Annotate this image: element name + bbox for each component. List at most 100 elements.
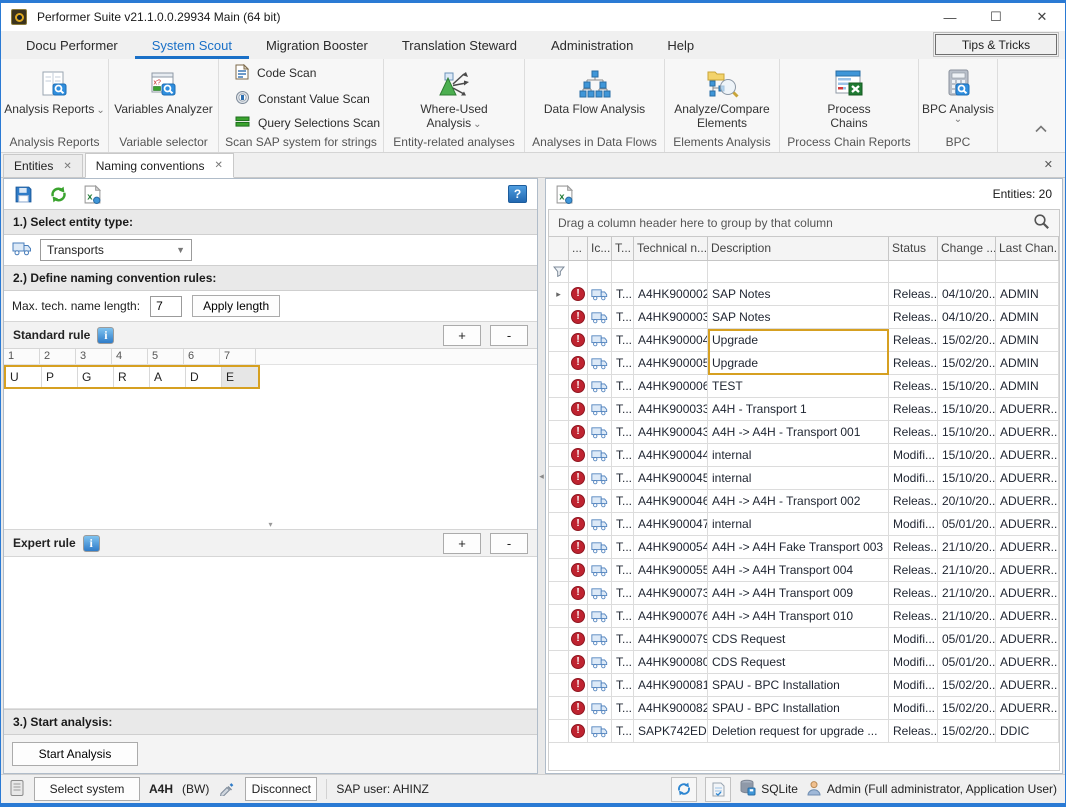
info-icon[interactable]: i (97, 327, 114, 344)
column-header-last-changed[interactable]: Last Chan... (996, 237, 1059, 260)
ribbon-collapse-icon[interactable] (1035, 122, 1047, 136)
rule-value-cell[interactable]: A (150, 367, 186, 387)
filter-cell[interactable] (938, 261, 996, 282)
rule-value-cell[interactable]: G (78, 367, 114, 387)
bpc-analysis-button[interactable]: BPC Analysis⌄ (919, 59, 997, 135)
row-expander[interactable] (549, 329, 569, 351)
menu-item-administration[interactable]: Administration (534, 31, 650, 59)
table-row[interactable]: ! T... A4HK900080 CDS Request Modifi... … (549, 651, 1059, 674)
row-expander[interactable] (549, 559, 569, 581)
row-expander[interactable]: ▸ (549, 283, 569, 305)
expert-rule-grid[interactable] (4, 557, 537, 709)
rule-value-cell[interactable]: P (42, 367, 78, 387)
column-header-icon[interactable]: Ic... (588, 237, 612, 260)
process-chains-button[interactable]: Process Chains (780, 59, 918, 135)
table-row[interactable]: ! T... A4HK900047 internal Modifi... 05/… (549, 513, 1059, 536)
rule-value-cell[interactable]: E (222, 367, 258, 387)
standard-rule-add-button[interactable]: + (443, 325, 481, 346)
analysis-reports-button[interactable]: Analysis Reports⌄ (1, 59, 108, 135)
close-icon[interactable]: ✕ (214, 160, 222, 171)
data-flow-analysis-button[interactable]: Data Flow Analysis (525, 59, 664, 135)
help-button[interactable]: ? (508, 185, 527, 203)
table-row[interactable]: ! T... A4HK900005 Upgrade Releas... 15/0… (549, 352, 1059, 375)
info-icon[interactable]: i (83, 535, 100, 552)
row-expander[interactable] (549, 467, 569, 489)
row-expander[interactable] (549, 375, 569, 397)
code-scan-button[interactable]: Code Scan (235, 64, 383, 83)
refresh-button[interactable] (49, 185, 68, 204)
row-expander[interactable] (549, 674, 569, 696)
filter-cell[interactable] (889, 261, 938, 282)
filter-cell[interactable] (612, 261, 634, 282)
apply-length-button[interactable]: Apply length (192, 295, 280, 317)
expander-column-header[interactable] (549, 237, 569, 260)
entity-type-dropdown[interactable]: Transports ▼ (40, 239, 192, 261)
column-header-type[interactable]: T... (612, 237, 634, 260)
filter-cell[interactable] (569, 261, 588, 282)
row-expander[interactable] (549, 444, 569, 466)
variables-analyzer-button[interactable]: x? Variables Analyzer (109, 59, 218, 135)
table-row[interactable]: ! T... A4HK900076 A4H -> A4H Transport 0… (549, 605, 1059, 628)
table-row[interactable]: ! T... A4HK900081 SPAU - BPC Installatio… (549, 674, 1059, 697)
constant-value-scan-button[interactable]: Constant Value Scan (235, 90, 383, 108)
row-expander[interactable] (549, 628, 569, 650)
filter-cell[interactable] (634, 261, 708, 282)
column-header-technical-name[interactable]: Technical n...▲ (634, 237, 708, 260)
row-expander[interactable] (549, 306, 569, 328)
standard-rule-remove-button[interactable]: - (490, 325, 528, 346)
export-excel-button[interactable]: x (84, 185, 101, 204)
table-row[interactable]: ! T... A4HK900055 A4H -> A4H Transport 0… (549, 559, 1059, 582)
analyze-compare-elements-button[interactable]: Analyze/Compare Elements (665, 59, 779, 135)
disconnect-button[interactable]: Disconnect (245, 777, 317, 801)
rule-value-cell[interactable]: R (114, 367, 150, 387)
filter-cell[interactable] (708, 261, 889, 282)
row-expander[interactable] (549, 720, 569, 742)
max-length-input[interactable] (150, 296, 182, 317)
table-row[interactable]: ▸ ! T... A4HK900002 SAP Notes Releas... … (549, 283, 1059, 306)
row-expander[interactable] (549, 536, 569, 558)
row-expander[interactable] (549, 352, 569, 374)
table-row[interactable]: ! T... A4HK900054 A4H -> A4H Fake Transp… (549, 536, 1059, 559)
table-row[interactable]: ! T... A4HK900006 TEST Releas... 15/10/2… (549, 375, 1059, 398)
query-selections-scan-button[interactable]: Query Selections Scan (235, 115, 383, 131)
minimize-button[interactable]: — (927, 3, 973, 31)
select-system-button[interactable]: Select system (34, 777, 140, 801)
save-button[interactable] (14, 185, 33, 204)
tab-naming-conventions[interactable]: Naming conventions ✕ (85, 153, 234, 178)
row-expander[interactable] (549, 398, 569, 420)
expert-rule-remove-button[interactable]: - (490, 533, 528, 554)
table-row[interactable]: ! T... A4HK900004 Upgrade Releas... 15/0… (549, 329, 1059, 352)
table-row[interactable]: ! T... A4HK900003 SAP Notes Releas... 04… (549, 306, 1059, 329)
column-header-description[interactable]: Description (708, 237, 889, 260)
column-header-change-date[interactable]: Change ... (938, 237, 996, 260)
where-used-analysis-button[interactable]: Where-Used Analysis⌄ (384, 59, 524, 135)
table-row[interactable]: ! T... A4HK900043 A4H -> A4H - Transport… (549, 421, 1059, 444)
search-icon[interactable] (1033, 213, 1050, 233)
rule-value-cell[interactable]: U (6, 367, 42, 387)
column-header-status[interactable]: Status (889, 237, 938, 260)
table-row[interactable]: ! T... A4HK900045 internal Modifi... 15/… (549, 467, 1059, 490)
export-excel-button[interactable]: x (556, 185, 573, 204)
row-expander[interactable] (549, 582, 569, 604)
table-row[interactable]: ! T... A4HK900033 A4H - Transport 1 Rele… (549, 398, 1059, 421)
menu-item-system-scout[interactable]: System Scout (135, 31, 249, 59)
close-icon[interactable]: ✕ (63, 161, 71, 172)
tab-entities[interactable]: Entities ✕ (3, 154, 83, 177)
row-expander[interactable] (549, 605, 569, 627)
expert-rule-add-button[interactable]: + (443, 533, 481, 554)
filter-cell[interactable] (588, 261, 612, 282)
table-row[interactable]: ! T... A4HK900073 A4H -> A4H Transport 0… (549, 582, 1059, 605)
table-row[interactable]: ! T... SAPK742EDL Deletion request for u… (549, 720, 1059, 743)
vertical-splitter[interactable]: ◂ (538, 178, 545, 774)
table-row[interactable]: ! T... A4HK900082 SPAU - BPC Installatio… (549, 697, 1059, 720)
close-button[interactable]: ✕ (1019, 3, 1065, 31)
row-expander[interactable] (549, 513, 569, 535)
group-by-bar[interactable]: Drag a column header here to group by th… (548, 209, 1060, 237)
log-document-button[interactable] (705, 777, 731, 802)
menu-item-help[interactable]: Help (650, 31, 711, 59)
rule-value-cell[interactable]: D (186, 367, 222, 387)
row-expander[interactable] (549, 697, 569, 719)
start-analysis-button[interactable]: Start Analysis (12, 742, 138, 766)
menu-item-docu-performer[interactable]: Docu Performer (9, 31, 135, 59)
table-row[interactable]: ! T... A4HK900044 internal Modifi... 15/… (549, 444, 1059, 467)
